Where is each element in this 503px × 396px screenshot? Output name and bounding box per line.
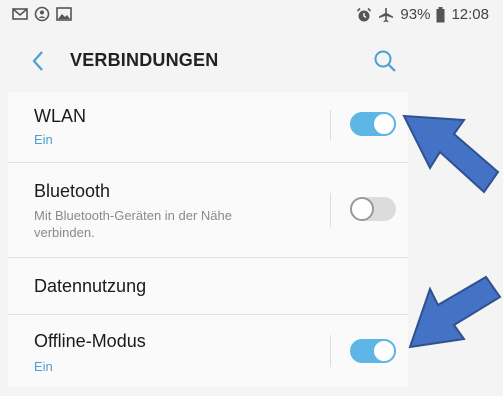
status-right-icons: 93% 12:08	[356, 6, 489, 23]
offline-mode-status: Ein	[34, 359, 53, 374]
bluetooth-title: Bluetooth	[34, 181, 111, 201]
clock: 12:08	[451, 6, 489, 23]
search-icon[interactable]	[371, 47, 399, 75]
alarm-icon	[357, 7, 372, 21]
page-title: VERBINDUNGEN	[70, 50, 219, 70]
status-bar: 93% 12:08	[0, 0, 503, 32]
bluetooth-row[interactable]: Bluetooth Mit Bluetooth-Geräten in der N…	[8, 163, 408, 258]
row-divider	[330, 110, 331, 140]
wlan-status: Ein	[34, 132, 53, 147]
wlan-title: WLAN	[34, 106, 87, 126]
data-usage-title: Datennutzung	[34, 276, 147, 296]
bluetooth-description-line2: verbinden.	[34, 225, 95, 240]
offline-mode-title: Offline-Modus	[34, 331, 146, 351]
annotation-arrow-offline-mode	[408, 275, 502, 349]
status-left-icons	[12, 6, 72, 22]
account-circle-icon	[34, 6, 50, 22]
airplane-mode-icon	[379, 7, 394, 22]
back-arrow-icon[interactable]	[26, 48, 52, 74]
bluetooth-description-line1: Mit Bluetooth-Geräten in der Nähe	[34, 208, 232, 223]
bluetooth-toggle[interactable]	[350, 197, 396, 221]
toggle-knob	[372, 339, 396, 363]
offline-mode-toggle[interactable]	[350, 339, 396, 363]
mail-icon	[12, 8, 28, 20]
annotation-arrow-wlan	[402, 114, 500, 194]
bluetooth-description: Mit Bluetooth-Geräten in der Nähe verbin…	[34, 207, 232, 241]
toggle-knob	[372, 112, 396, 136]
battery-percent: 93%	[400, 6, 431, 23]
row-divider	[330, 193, 331, 227]
wlan-row[interactable]: WLAN Ein	[8, 92, 408, 163]
battery-icon	[436, 6, 445, 22]
offline-mode-row[interactable]: Offline-Modus Ein	[8, 315, 408, 387]
toggle-knob	[350, 197, 374, 221]
app-header: VERBINDUNGEN	[0, 36, 503, 86]
settings-list: WLAN Ein Bluetooth Mit Bluetooth-Geräten…	[8, 92, 408, 387]
wlan-toggle[interactable]	[350, 112, 396, 136]
data-usage-row[interactable]: Datennutzung	[8, 258, 408, 315]
row-divider	[330, 335, 331, 367]
image-icon	[56, 7, 72, 21]
